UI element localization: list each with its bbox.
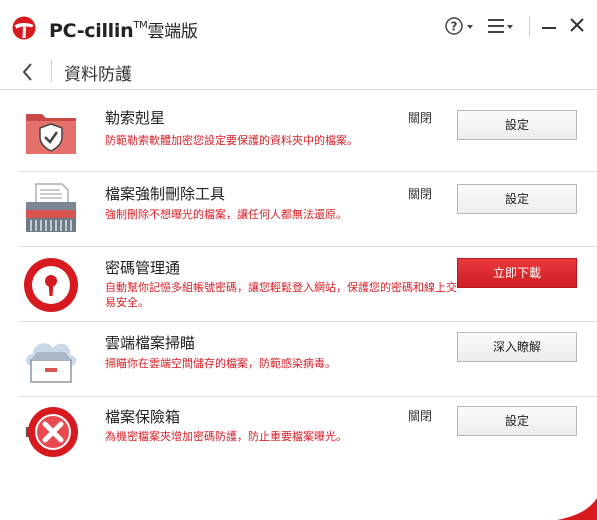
close-button[interactable] [568,15,586,37]
cloud-drawer-icon [26,343,77,383]
hamburger-menu-icon [488,19,513,33]
feature-row-password-manager: 密碼管理通 自動幫你記憶多組帳號密碼，讓您輕鬆登入網站，保護您的密碼和線上交易安… [18,247,597,322]
feature-row-cloud-scan: 雲端檔案掃瞄 掃瞄你在雲端空間儲存的檔案，防範感染病毒。 深入瞭解 [18,322,597,397]
feature-status: 關閉 [408,111,433,125]
feature-title: 勒索剋星 [105,109,166,127]
title-bar: PC-cillinTM雲端版 ? [0,0,597,52]
back-button[interactable] [16,60,40,84]
app-title: PC-cillinTM雲端版 [49,17,198,42]
minimize-button[interactable] [540,15,558,37]
app-name: PC-cillin [49,20,134,42]
feature-row-ransomware: 勒索剋星 防範勒索軟體加密您設定要保護的資料夾中的檔案。 關閉 設定 [18,92,597,172]
titlebar-divider [529,16,530,36]
feature-title: 檔案保險箱 [105,408,181,426]
ransomware-settings-button[interactable]: 設定 [457,110,577,140]
feature-title: 密碼管理通 [105,259,181,277]
close-icon [570,18,584,32]
feature-description: 掃瞄你在雲端空間儲存的檔案，防範感染病毒。 [105,357,336,370]
feature-description: 防範勒索軟體加密您設定要保護的資料夾中的檔案。 [105,134,358,147]
feature-status: 關閉 [408,409,433,423]
folder-shield-icon [26,114,76,154]
svg-text:?: ? [451,20,458,34]
chevron-left-icon [22,63,32,81]
question-circle-icon: ? [445,17,473,35]
feature-row-vault: 檔案保險箱 為機密檔案夾增加密碼防護，防止重要檔案曝光。 關閉 設定 [18,397,597,472]
shredder-settings-button[interactable]: 設定 [457,184,577,214]
minimize-icon [542,27,556,29]
trend-micro-logo-icon [12,16,36,40]
download-now-button[interactable]: 立即下載 [457,258,577,288]
password-keyhole-icon [24,258,78,312]
feature-description: 自動幫你記憶多組帳號密碼，讓您輕鬆登入網站，保護您的密碼和線上交易安全。 [105,281,457,309]
corner-swoosh-decoration [557,498,597,520]
main-menu-button[interactable] [486,15,520,37]
feature-title: 雲端檔案掃瞄 [105,334,196,352]
feature-row-shredder: 檔案強制刪除工具 強制刪除不想曝光的檔案，讓任何人都無法還原。 關閉 設定 [18,172,597,247]
feature-status: 關閉 [408,187,433,201]
help-menu-button[interactable]: ? [444,15,478,37]
page-title: 資料防護 [64,65,132,85]
header-divider [51,60,52,82]
shredder-icon [26,183,76,232]
feature-description: 為機密檔案夾增加密碼防護，防止重要檔案曝光。 [105,430,347,443]
learn-more-button[interactable]: 深入瞭解 [457,332,577,362]
vault-settings-button[interactable]: 設定 [457,406,577,436]
app-edition: 雲端版 [147,22,198,42]
vault-icon [26,407,78,457]
page-header: 資料防護 [0,52,597,90]
feature-title: 檔案強制刪除工具 [105,185,226,203]
trademark: TM [133,19,148,31]
feature-description: 強制刪除不想曝光的檔案，讓任何人都無法還原。 [105,208,347,221]
